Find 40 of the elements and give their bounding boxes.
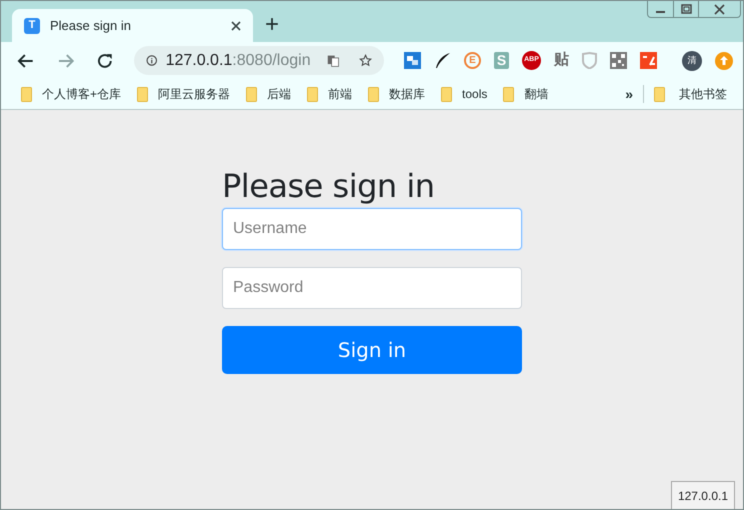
translate-extension-icon[interactable] [404,52,422,69]
tie-extension-icon[interactable]: 贴 [554,49,570,72]
tab-favicon: T [24,18,40,34]
folder-icon [246,86,258,102]
folder-icon [21,86,32,102]
bookmark-link[interactable]: 翻墙 [524,85,548,103]
star-icon[interactable] [358,52,372,69]
close-tab-icon[interactable] [231,20,241,30]
qr-code-icon[interactable] [610,52,628,69]
form-heading: Please sign in [222,166,436,206]
text-input-field[interactable]: Password [222,267,522,309]
bookmark-link[interactable]: 数据库 [389,85,426,103]
sign-in-button[interactable]: Sign in [222,326,522,374]
folder-icon [441,86,452,102]
text-input-field[interactable]: Username [222,208,522,250]
folder-icon [368,86,380,102]
reload-icon[interactable] [96,52,114,70]
bookmark-link[interactable]: 阿里云服务器 [158,85,230,103]
browser-tab[interactable]: T Please sign in [12,9,253,42]
address-bar[interactable]: 127.0.0.1:8080/login [134,46,384,75]
bookmark-link[interactable]: 个人博客+仓库 [42,85,122,103]
avatar-button[interactable]: 清 [682,50,702,70]
url-text: 127.0.0.1:8080/login [166,50,311,70]
bookmark-link[interactable]: 前端 [328,85,352,103]
feather-icon[interactable] [434,52,452,69]
back-icon[interactable] [17,52,35,70]
folder-icon [503,86,514,102]
more-bookmarks-button[interactable]: » [625,84,633,104]
folder-icon [307,86,318,102]
bookmark-link[interactable]: 后端 [267,85,292,103]
info-icon [146,53,158,68]
tab-title: Please sign in [50,16,132,35]
folder-icon [654,86,665,102]
status-bubble: 127.0.0.1 [670,481,735,509]
translate-icon[interactable] [326,52,339,68]
other-bookmarks-link[interactable]: 其他书签 [679,85,727,103]
code-tile-icon[interactable] [640,52,658,69]
folder-icon [137,86,148,102]
bookmark-link[interactable]: tools [462,85,488,103]
new-tab-button[interactable]: + [265,13,280,37]
